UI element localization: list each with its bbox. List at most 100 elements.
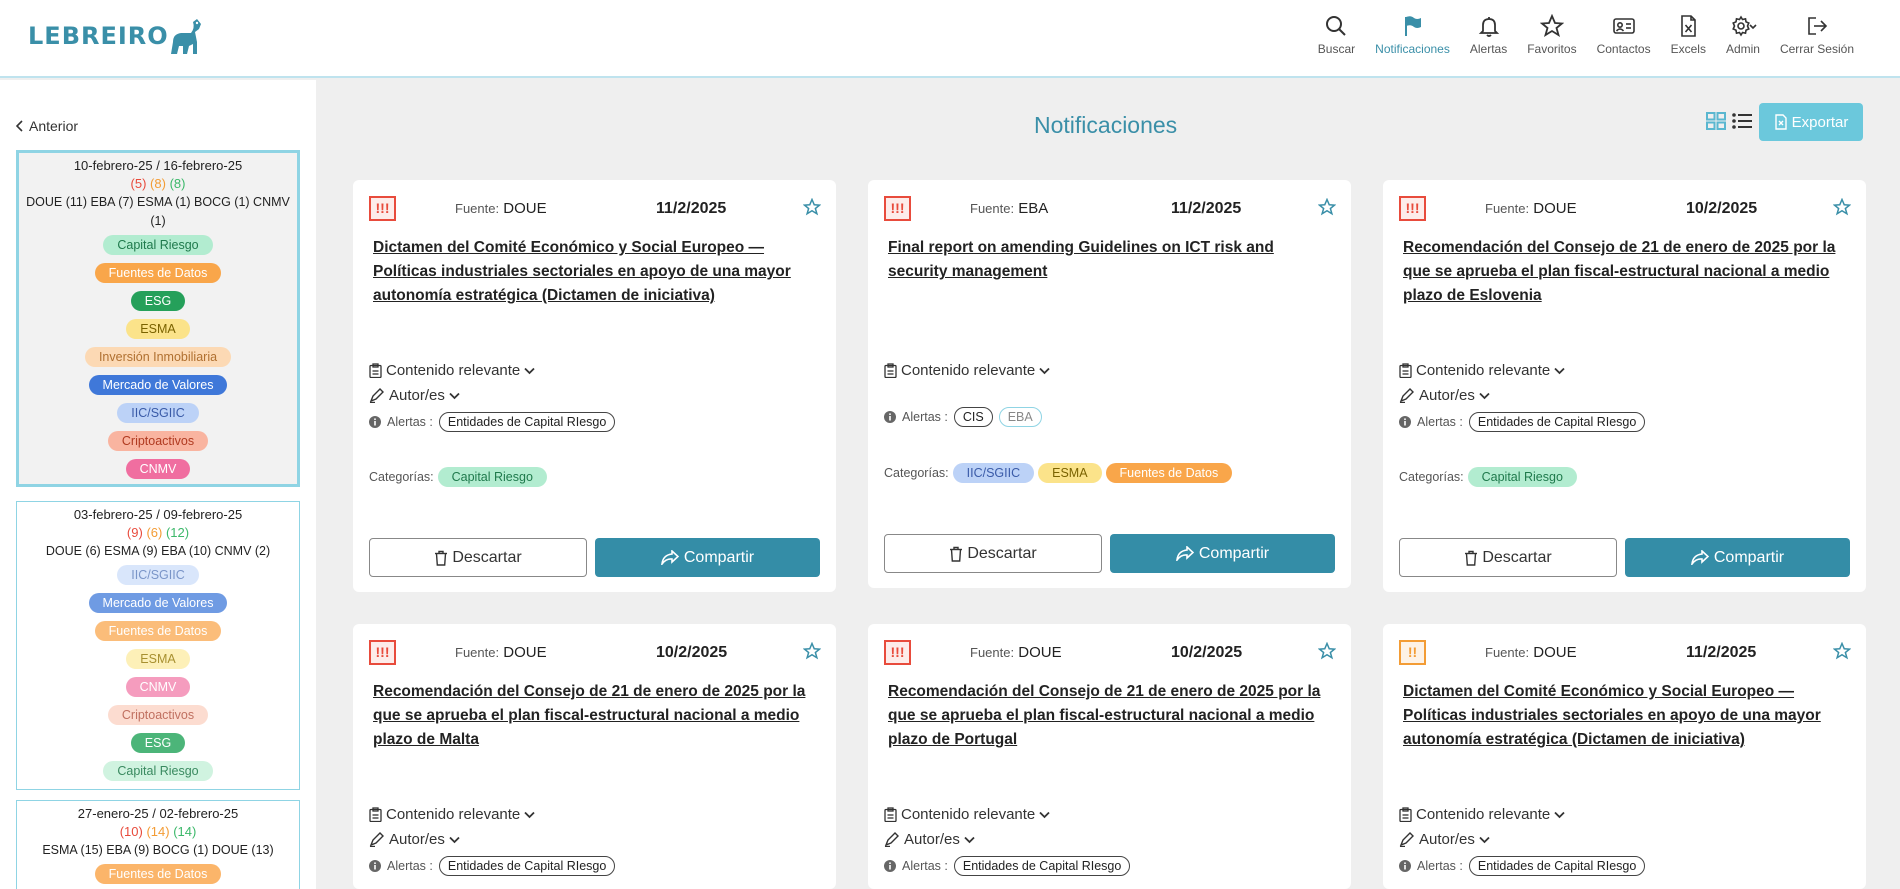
fuente-label: Fuente: bbox=[455, 645, 500, 660]
card-date: 10/2/2025 bbox=[656, 644, 728, 661]
contenido-toggle[interactable]: Contenido relevante bbox=[884, 806, 1050, 823]
card-title-link[interactable]: Final report on amending Guidelines on I… bbox=[888, 236, 1333, 284]
nav-cerrar-sesion[interactable]: Cerrar Sesión bbox=[1770, 14, 1864, 56]
alert-chip[interactable]: Entidades de Capital RIesgo bbox=[438, 856, 616, 876]
alertas-row: Alertas : Entidades de Capital RIesgo bbox=[884, 856, 1131, 876]
contenido-toggle[interactable]: Contenido relevante bbox=[369, 362, 535, 379]
week-card-2[interactable]: 27-enero-25 / 02-febrero-25 (10) (14) (1… bbox=[16, 800, 300, 889]
tag-pill[interactable]: CNMV bbox=[125, 459, 191, 479]
descartar-button[interactable]: Descartar bbox=[369, 538, 587, 577]
compartir-label: Compartir bbox=[1198, 544, 1270, 562]
anterior-link[interactable]: Anterior bbox=[16, 118, 78, 134]
nav-buscar[interactable]: Buscar bbox=[1308, 14, 1365, 56]
count-low: (14) bbox=[173, 824, 197, 839]
trash-icon bbox=[435, 550, 448, 566]
descartar-button[interactable]: Descartar bbox=[1399, 538, 1617, 577]
tag-pill[interactable]: ESMA bbox=[126, 649, 190, 669]
nav-contactos[interactable]: Contactos bbox=[1587, 14, 1661, 56]
tag-pill[interactable]: ESG bbox=[130, 733, 186, 753]
tag-pill[interactable]: Criptoactivos bbox=[107, 431, 209, 451]
alert-chip[interactable]: EBA bbox=[998, 407, 1042, 427]
autores-toggle[interactable]: Autor/es bbox=[369, 387, 460, 404]
tag-pill[interactable]: CNMV bbox=[125, 677, 191, 697]
compartir-button[interactable]: Compartir bbox=[1110, 534, 1335, 573]
card-title-link[interactable]: Dictamen del Comité Económico y Social E… bbox=[1403, 680, 1848, 752]
card-title-link[interactable]: Recomendación del Consejo de 21 de enero… bbox=[373, 680, 818, 752]
tag-pill[interactable]: Inversión Inmobiliaria bbox=[84, 347, 232, 367]
card-title-link[interactable]: Recomendación del Consejo de 21 de enero… bbox=[888, 680, 1333, 752]
card-date: 10/2/2025 bbox=[1171, 644, 1243, 661]
tag-pill[interactable]: Mercado de Valores bbox=[88, 375, 228, 395]
autores-toggle[interactable]: Autor/es bbox=[1399, 387, 1490, 404]
count-medium: (6) bbox=[146, 525, 163, 540]
contenido-toggle[interactable]: Contenido relevante bbox=[1399, 806, 1565, 823]
favorite-button[interactable] bbox=[1317, 197, 1337, 221]
info-icon bbox=[369, 416, 381, 428]
tag-pill[interactable]: ESMA bbox=[126, 319, 190, 339]
list-view-icon[interactable] bbox=[1732, 112, 1752, 130]
tag-pill[interactable]: IIC/SGIIC bbox=[117, 565, 199, 585]
tag-pill[interactable]: Fuentes de Datos bbox=[94, 621, 222, 641]
favorite-button[interactable] bbox=[1832, 197, 1852, 221]
logo-text: LEBREIRO bbox=[28, 22, 169, 50]
star-outline-icon bbox=[1832, 641, 1852, 660]
category-pill[interactable]: Capital Riesgo bbox=[1467, 467, 1577, 487]
week-range: 10-febrero-25 / 16-febrero-25 bbox=[73, 158, 243, 173]
week-card-1[interactable]: 03-febrero-25 / 09-febrero-25 (9) (6) (1… bbox=[16, 501, 300, 790]
alert-chip[interactable]: CIS bbox=[953, 407, 993, 427]
nav-label: Excels bbox=[1670, 42, 1706, 56]
autores-label: Autor/es bbox=[1419, 387, 1475, 404]
nav-notificaciones[interactable]: Notificaciones bbox=[1365, 14, 1460, 56]
alert-chip[interactable]: Entidades de Capital RIesgo bbox=[1468, 856, 1646, 876]
favorite-button[interactable] bbox=[1317, 641, 1337, 665]
nav-favoritos[interactable]: Favoritos bbox=[1517, 14, 1586, 56]
descartar-button[interactable]: Descartar bbox=[884, 534, 1102, 573]
grid-view-icon[interactable] bbox=[1706, 112, 1726, 130]
favorite-button[interactable] bbox=[802, 197, 822, 221]
favorite-button[interactable] bbox=[1832, 641, 1852, 665]
week-range: 27-enero-25 / 02-febrero-25 bbox=[77, 806, 239, 821]
contenido-toggle[interactable]: Contenido relevante bbox=[369, 806, 535, 823]
categorias-label: Categorías: bbox=[1399, 470, 1464, 484]
bell-icon bbox=[1478, 17, 1499, 37]
tag-pill[interactable]: Mercado de Valores bbox=[88, 593, 228, 613]
contenido-label: Contenido relevante bbox=[901, 362, 1036, 379]
card-title-link[interactable]: Recomendación del Consejo de 21 de enero… bbox=[1403, 236, 1848, 308]
nav-admin[interactable]: Admin bbox=[1716, 14, 1770, 56]
alert-chip[interactable]: Entidades de Capital RIesgo bbox=[1468, 412, 1646, 432]
compartir-button[interactable]: Compartir bbox=[1625, 538, 1850, 577]
app-logo[interactable]: LEBREIRO bbox=[28, 14, 203, 58]
tag-pill[interactable]: ESG bbox=[130, 291, 186, 311]
category-pill[interactable]: IIC/SGIIC bbox=[952, 463, 1035, 483]
tag-pill[interactable]: Criptoactivos bbox=[107, 705, 209, 725]
tag-pill[interactable]: IIC/SGIIC bbox=[117, 403, 199, 423]
tag-pill[interactable]: Capital Riesgo bbox=[103, 235, 213, 255]
contenido-toggle[interactable]: Contenido relevante bbox=[884, 362, 1050, 379]
tag-pill[interactable]: Fuentes de Datos bbox=[94, 263, 222, 283]
chevron-down-icon bbox=[1554, 811, 1565, 818]
alertas-row: Alertas : Entidades de Capital RIesgo bbox=[369, 412, 616, 432]
week-card-0[interactable]: 10-febrero-25 / 16-febrero-25 (5) (8) (8… bbox=[16, 150, 300, 487]
notification-card: !!! Fuente: EBA 11/2/2025 Final report on a… bbox=[868, 180, 1351, 588]
autores-toggle[interactable]: Autor/es bbox=[1399, 831, 1490, 848]
favorite-button[interactable] bbox=[802, 641, 822, 665]
autores-toggle[interactable]: Autor/es bbox=[369, 831, 460, 848]
main-nav: Buscar Notificaciones Alertas Favoritos … bbox=[1308, 14, 1864, 56]
category-pill[interactable]: ESMA bbox=[1038, 463, 1102, 483]
count-high: (5) bbox=[130, 176, 147, 191]
autores-toggle[interactable]: Autor/es bbox=[884, 831, 975, 848]
card-title-link[interactable]: Dictamen del Comité Económico y Social E… bbox=[373, 236, 818, 308]
nav-excels[interactable]: Excels bbox=[1661, 14, 1716, 56]
nav-alertas[interactable]: Alertas bbox=[1460, 14, 1517, 56]
alertas-label: Alertas : bbox=[1417, 859, 1463, 873]
tag-pill[interactable]: Fuentes de Datos bbox=[94, 864, 222, 884]
compartir-button[interactable]: Compartir bbox=[595, 538, 820, 577]
category-pill[interactable]: Fuentes de Datos bbox=[1105, 463, 1233, 483]
export-button[interactable]: Exportar bbox=[1759, 103, 1863, 141]
fuente: Fuente: DOUE bbox=[455, 644, 547, 661]
alert-chip[interactable]: Entidades de Capital RIesgo bbox=[438, 412, 616, 432]
category-pill[interactable]: Capital Riesgo bbox=[437, 467, 547, 487]
tag-pill[interactable]: Capital Riesgo bbox=[103, 761, 213, 781]
alert-chip[interactable]: Entidades de Capital RIesgo bbox=[953, 856, 1131, 876]
contenido-toggle[interactable]: Contenido relevante bbox=[1399, 362, 1565, 379]
